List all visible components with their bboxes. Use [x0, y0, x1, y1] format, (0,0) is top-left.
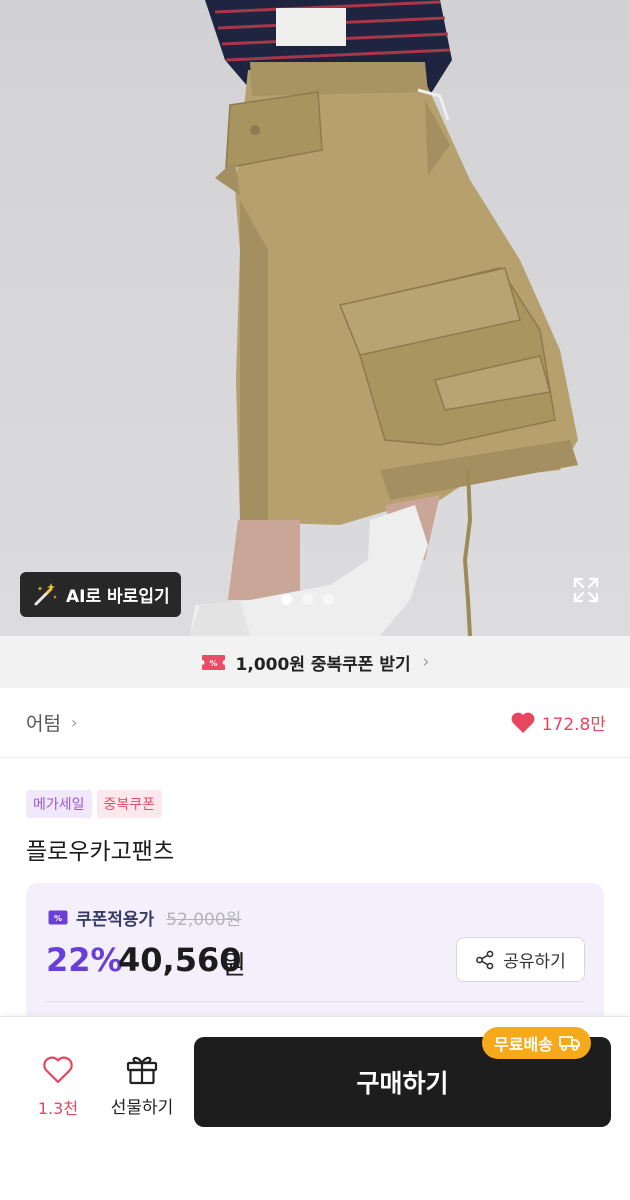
gift-icon — [126, 1056, 158, 1085]
carousel-dot-active[interactable] — [281, 594, 292, 605]
truck-icon — [558, 1036, 580, 1051]
chevron-right-icon: › — [422, 652, 430, 672]
discount-rate: 22% — [46, 941, 123, 979]
ai-try-on-label: AI로 바로입기 — [66, 587, 170, 607]
free-shipping-badge: 무료배송 — [482, 1027, 591, 1059]
svg-text:%: % — [209, 659, 217, 668]
coupon-icon: % — [48, 910, 68, 925]
wishlist-count: 1.3천 — [37, 1099, 79, 1118]
magic-wand-icon — [34, 582, 57, 605]
duplicate-coupon-banner[interactable]: % 1,000원 중복쿠폰 받기 › — [0, 636, 630, 688]
coupon-ticket-icon: % — [201, 654, 225, 670]
product-tags: 메가세일 중복쿠폰 — [26, 790, 163, 818]
carousel-dot[interactable] — [323, 594, 334, 605]
wishlist-button[interactable]: 1.3천 — [34, 1055, 82, 1119]
product-title: 플로우카고팬츠 — [26, 839, 175, 865]
currency-unit: 원 — [222, 951, 246, 981]
original-price: 52,000원 — [166, 910, 242, 930]
gift-button[interactable]: 선물하기 — [106, 1053, 178, 1118]
buy-label: 구매하기 — [356, 1069, 449, 1098]
share-button[interactable]: 공유하기 — [456, 937, 585, 982]
share-icon — [476, 950, 494, 969]
share-label: 공유하기 — [503, 952, 566, 972]
tag-duplicate-coupon: 중복쿠폰 — [96, 790, 163, 818]
svg-text:%: % — [54, 914, 62, 923]
free-shipping-label: 무료배송 — [494, 1035, 553, 1054]
carousel-indicator — [281, 594, 334, 605]
gift-label: 선물하기 — [110, 1098, 174, 1118]
bottom-action-bar: 1.3천 선물하기 구매하기 무료배송 — [0, 1016, 630, 1200]
expand-icon[interactable] — [571, 575, 601, 605]
brand-like-count: 172.8만 — [541, 715, 606, 735]
coupon-price-row: % 쿠폰적용가 52,000원 — [48, 905, 241, 930]
brand-name: 어텀 — [26, 713, 61, 735]
divider — [46, 1001, 584, 1002]
product-photo — [190, 0, 578, 636]
heart-outline-icon — [43, 1056, 73, 1084]
brand-row: 어텀 › 172.8만 — [0, 688, 630, 758]
carousel-dot[interactable] — [302, 594, 313, 605]
chevron-right-icon: › — [70, 713, 78, 732]
coupon-banner-text: 1,000원 중복쿠폰 받기 — [235, 654, 411, 675]
coupon-price-label: 쿠폰적용가 — [76, 910, 155, 930]
ai-try-on-button[interactable]: AI로 바로입기 — [20, 572, 181, 617]
brand-like-button[interactable]: 172.8만 — [510, 710, 606, 735]
tag-mega-sale: 메가세일 — [26, 790, 92, 818]
heart-icon — [511, 712, 535, 733]
product-image[interactable]: AI로 바로입기 — [0, 0, 630, 636]
price-box: % 쿠폰적용가 52,000원 22% 40,560 원 공유하기 — [26, 883, 604, 1023]
brand-link[interactable]: 어텀 › — [26, 709, 77, 736]
